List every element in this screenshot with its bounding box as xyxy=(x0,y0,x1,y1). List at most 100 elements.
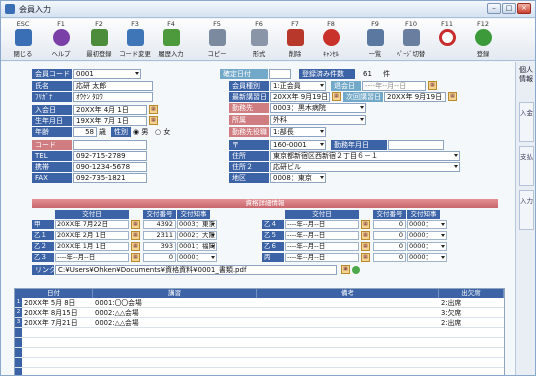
position-select[interactable]: 1:部長 xyxy=(270,127,326,137)
gender-female-radio[interactable]: ○ 女 xyxy=(155,127,170,137)
qualification-number-field[interactable]: 0 xyxy=(373,253,406,262)
tab-deposit[interactable]: 入金 xyxy=(519,102,534,142)
toolbar-button-help[interactable]: F1 ヘルプ xyxy=(43,20,79,60)
region-select[interactable]: 0008：東京 xyxy=(270,173,326,183)
tel-field[interactable]: 092-715-2789 xyxy=(73,151,147,161)
calendar-icon[interactable]: ▦ xyxy=(149,116,158,125)
qualification-date-field[interactable]: 20XX年 7月22日 xyxy=(55,220,129,229)
gender-male-radio[interactable]: ◉ 男 xyxy=(133,127,148,137)
mobile-field[interactable]: 090-1234-5678 xyxy=(73,162,147,172)
toolbar-button-cancel[interactable]: F8 ｷｬﾝｾﾙ xyxy=(313,20,349,60)
join-date-field[interactable]: 20XX年 4月 1日 xyxy=(73,105,147,115)
open-link-icon[interactable] xyxy=(352,266,360,274)
dept-select[interactable]: 外科 xyxy=(270,115,366,125)
qualification-date-field[interactable]: 20XX年 1月 1日 xyxy=(55,242,129,251)
function-key-label: F5 xyxy=(213,20,221,28)
calendar-icon[interactable]: ▦ xyxy=(361,231,370,240)
calendar-icon[interactable]: ▦ xyxy=(428,81,437,90)
address-field[interactable]: 東京都新宿区西新宿２丁目６－１ xyxy=(270,151,460,161)
qualification-number-field[interactable]: 4392 xyxy=(143,220,176,229)
table-row[interactable]: 3 20XX年 7月21日 0002:△△会場 2:出席 xyxy=(15,318,504,328)
toolbar-button-save[interactable]: F12 登録 xyxy=(465,20,501,60)
member-type-select[interactable]: 1:正会員 xyxy=(270,81,326,91)
calendar-icon[interactable]: ▦ xyxy=(149,105,158,114)
table-row[interactable] xyxy=(15,368,504,375)
calendar-icon[interactable]: ▦ xyxy=(448,92,457,101)
qualification-governor-select[interactable]: 0002：大阪 xyxy=(177,231,217,240)
link-path-field[interactable]: C:¥Users¥Ohken¥Documents¥資格資料¥0001_書類.pd… xyxy=(55,265,337,275)
zip-select[interactable]: 160-0001 xyxy=(270,140,326,150)
calendar-icon[interactable]: ▦ xyxy=(361,253,370,262)
qualification-governor-select[interactable]: 0003：東京 xyxy=(177,220,217,229)
calendar-icon[interactable]: ▦ xyxy=(131,231,140,240)
table-row[interactable] xyxy=(15,338,504,348)
qualification-date-field[interactable]: ----年--月--日 xyxy=(285,220,359,229)
qualification-date-field[interactable]: ----年--月--日 xyxy=(285,242,359,251)
qualification-date-field[interactable]: ----年--月--日 xyxy=(55,253,129,262)
name-field[interactable]: 応研 太郎 xyxy=(73,81,153,91)
toolbar-button-prohibit[interactable]: F11 xyxy=(429,20,465,60)
qualification-date-field[interactable]: 20XX年 2月 1日 xyxy=(55,231,129,240)
latest-lecture-field[interactable]: 20XX年 9月19日 xyxy=(270,92,330,102)
code-field[interactable] xyxy=(73,140,147,150)
qualification-number-field[interactable]: 393 xyxy=(143,242,176,251)
qualification-number-field[interactable]: 0 xyxy=(373,220,406,229)
function-key-label: F10 xyxy=(404,20,417,28)
birth-date-field[interactable]: 19XX年 7月 1日 xyxy=(73,116,147,126)
tab-payment[interactable]: 支払 xyxy=(519,146,534,186)
work-date-field[interactable] xyxy=(388,140,444,150)
toolbar-button-register[interactable]: F2 最初登録 xyxy=(81,20,117,60)
qualification-number-field[interactable]: 2311 xyxy=(143,231,176,240)
toolbar-button-close[interactable]: ESC 閉じる xyxy=(5,20,41,60)
table-row[interactable]: 2 20XX年 8月15日 0002:△△会場 3:欠席 xyxy=(15,308,504,318)
row-date: 20XX年 8月15日 xyxy=(24,309,78,317)
address-value: 東京都新宿区西新宿２丁目６－１ xyxy=(273,152,378,160)
toolbar-button-code-change[interactable]: F3 コード変更 xyxy=(117,20,153,60)
qualification-governor-select[interactable]: 0000： xyxy=(407,231,447,240)
qualification-governor-select[interactable]: 0000： xyxy=(407,242,447,251)
folder-icon[interactable]: ▣ xyxy=(341,265,350,274)
qualification-number-field[interactable]: 0 xyxy=(373,231,406,240)
qualification-date-field[interactable]: ----年--月--日 xyxy=(285,253,359,262)
age-unit: 歳 xyxy=(99,128,106,136)
row-date: 20XX年 7月21日 xyxy=(24,319,78,327)
calendar-icon[interactable]: ▦ xyxy=(131,242,140,251)
toolbar-button-delete[interactable]: F7 削除 xyxy=(277,20,313,60)
qualification-governor-select[interactable]: 0000： xyxy=(177,253,217,262)
table-row[interactable] xyxy=(15,358,504,368)
fix-date-field[interactable] xyxy=(269,69,291,79)
member-code-select[interactable]: 0001 xyxy=(73,69,141,79)
toolbar-button-copy[interactable]: F5 コピー xyxy=(199,20,235,60)
maximize-button[interactable]: □ xyxy=(502,3,516,14)
row-number xyxy=(15,328,22,337)
qualification-number-field[interactable]: 0 xyxy=(143,253,176,262)
toolbar-button-history[interactable]: F4 履歴入力 xyxy=(153,20,189,60)
qualification-number-field[interactable]: 0 xyxy=(373,242,406,251)
kana-field[interactable]: ｵｳｹﾝ ﾀﾛｳ xyxy=(73,92,153,102)
address2-field[interactable]: 応研ビル xyxy=(270,162,460,172)
age-field[interactable]: 58 xyxy=(73,127,97,137)
qualification-governor-select[interactable]: 0000： xyxy=(407,220,447,229)
tab-input[interactable]: 入力 xyxy=(519,190,534,230)
toolbar-button-list[interactable]: F9 一覧 xyxy=(357,20,393,60)
fax-field[interactable]: 092-735-1821 xyxy=(73,173,147,183)
close-window-button[interactable]: × xyxy=(517,3,531,14)
calendar-icon[interactable]: ▦ xyxy=(361,220,370,229)
calendar-icon[interactable]: ▦ xyxy=(131,253,140,262)
qualification-governor-select[interactable]: 0000： xyxy=(407,253,447,262)
table-row[interactable] xyxy=(15,348,504,358)
link-label: リンク xyxy=(32,265,56,275)
workplace-select[interactable]: 0003：黒木病院 xyxy=(270,103,366,113)
toolbar-button-page-switch[interactable]: F10 ﾍﾟｰｼﾞ切替 xyxy=(393,20,429,60)
table-row[interactable]: 1 20XX年 5月 8日 0001:〇〇会場 2:出席 xyxy=(15,298,504,308)
qualification-date-field[interactable]: ----年--月--日 xyxy=(285,231,359,240)
qualification-governor-select[interactable]: 0001：福岡 xyxy=(177,242,217,251)
calendar-icon[interactable]: ▦ xyxy=(332,92,341,101)
withdraw-date-field[interactable]: ----年--月--日 xyxy=(362,81,426,91)
calendar-icon[interactable]: ▦ xyxy=(361,242,370,251)
minimize-button[interactable]: – xyxy=(487,3,501,14)
next-lecture-field[interactable]: 20XX年 9月19日 xyxy=(384,92,446,102)
toolbar-button-format[interactable]: F6 形式 xyxy=(241,20,277,60)
table-row[interactable] xyxy=(15,328,504,338)
calendar-icon[interactable]: ▦ xyxy=(131,220,140,229)
